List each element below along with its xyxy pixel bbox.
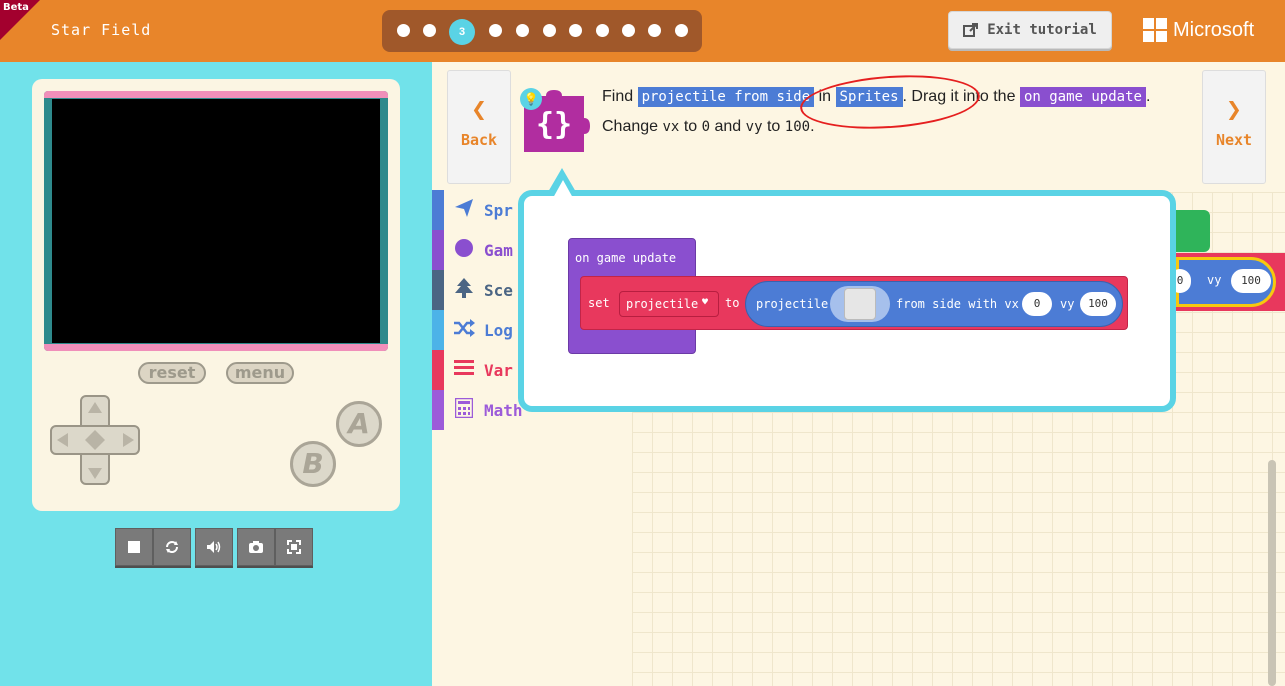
next-label: Next — [1215, 131, 1253, 149]
toolbox-category-label: Math — [484, 400, 523, 420]
exit-tutorial-button[interactable]: Exit tutorial — [948, 11, 1112, 49]
menu-button[interactable]: menu — [226, 362, 294, 384]
simulator-toolbar — [115, 528, 191, 566]
mute-button[interactable] — [195, 528, 233, 566]
toolbox-category-label: Gam — [484, 240, 513, 260]
image-placeholder — [844, 288, 876, 320]
highlight-circle-annotation — [798, 69, 982, 135]
step-dot-9[interactable] — [622, 24, 635, 37]
game-screen[interactable] — [52, 99, 380, 343]
stop-icon — [128, 541, 140, 553]
step-dot-4[interactable] — [489, 24, 502, 37]
workspace-green-block[interactable] — [1176, 210, 1210, 252]
chevron-right-icon: ❯ — [1226, 95, 1242, 125]
step-dot-2[interactable] — [423, 24, 436, 37]
step-dot-8[interactable] — [596, 24, 609, 37]
workspace-scrollbar[interactable] — [1268, 460, 1276, 686]
stop-button[interactable] — [115, 528, 153, 566]
tutorial-step-indicator: 3 — [382, 10, 702, 52]
toolbox-category-label: Var — [484, 360, 513, 380]
reset-button[interactable]: reset — [138, 362, 206, 384]
toolbox-category-label: Sce — [484, 280, 513, 300]
tutorial-step-text: Find projectile from side in Sprites. Dr… — [602, 69, 1192, 142]
project-title[interactable]: Star Field — [51, 21, 151, 39]
dpad[interactable] — [50, 395, 142, 487]
shuffle-icon — [444, 318, 484, 342]
lightbulb-icon: 💡 — [520, 88, 542, 110]
projectile-from-side-block: projectile from side with vx 0 vy 100 — [745, 281, 1123, 327]
external-link-icon — [963, 23, 979, 37]
header-bar: Beta Star Field 3 Exit tutorial Microsof… — [0, 0, 1285, 62]
svg-text:{}: {} — [536, 107, 572, 142]
microsoft-logo[interactable]: Microsoft — [1143, 18, 1254, 42]
step-dot-6[interactable] — [543, 24, 556, 37]
step-dot-7[interactable] — [569, 24, 582, 37]
step-dot-3-active[interactable]: 3 — [449, 19, 475, 45]
game-console: reset menu A B — [32, 79, 400, 511]
volume-icon — [207, 541, 221, 553]
a-button[interactable]: A — [336, 401, 382, 447]
chevron-left-icon: ❮ — [471, 95, 487, 125]
hint-popup[interactable]: on game update set projectile ♥ to proje… — [518, 190, 1176, 412]
microsoft-brand-text: Microsoft — [1173, 18, 1255, 41]
block-hint-chip[interactable]: projectile from side — [637, 87, 815, 107]
exit-tutorial-label: Exit tutorial — [987, 22, 1097, 38]
next-button[interactable]: ❯ Next — [1202, 70, 1266, 184]
fullscreen-button[interactable] — [275, 528, 313, 566]
calculator-icon — [444, 397, 484, 423]
variable-dropdown: projectile ♥ — [619, 291, 719, 317]
tree-icon — [444, 277, 484, 303]
beta-label: Beta — [3, 2, 29, 13]
refresh-icon — [166, 541, 178, 553]
fullscreen-icon — [287, 540, 301, 554]
microsoft-grid-icon — [1143, 18, 1167, 42]
list-icon — [444, 359, 484, 381]
workspace-projectile-block[interactable]: 0 vy 100 — [1169, 253, 1285, 311]
image-slot — [830, 286, 890, 322]
step-dot-5[interactable] — [516, 24, 529, 37]
step-dot-1[interactable] — [397, 24, 410, 37]
caret-down-icon: ♥ — [702, 297, 709, 308]
paper-plane-icon — [444, 198, 484, 223]
dpad-arrows-icon — [57, 402, 134, 479]
screenshot-button[interactable] — [237, 528, 275, 566]
b-button[interactable]: B — [290, 441, 336, 487]
circle-icon — [444, 238, 484, 262]
step-dot-11[interactable] — [675, 24, 688, 37]
back-button[interactable]: ❮ Back — [447, 70, 511, 184]
simulator-pane: reset menu A B — [0, 62, 432, 686]
screen-frame — [44, 91, 388, 351]
event-hint-chip[interactable]: on game update — [1019, 87, 1146, 107]
back-label: Back — [460, 131, 498, 149]
step-dot-10[interactable] — [648, 24, 661, 37]
toolbox-category-label: Log — [484, 320, 513, 340]
restart-button[interactable] — [153, 528, 191, 566]
camera-icon — [249, 541, 263, 553]
toolbox-category-label: Spr — [484, 200, 513, 220]
set-variable-block: set projectile ♥ to projectile from side… — [580, 276, 1128, 330]
